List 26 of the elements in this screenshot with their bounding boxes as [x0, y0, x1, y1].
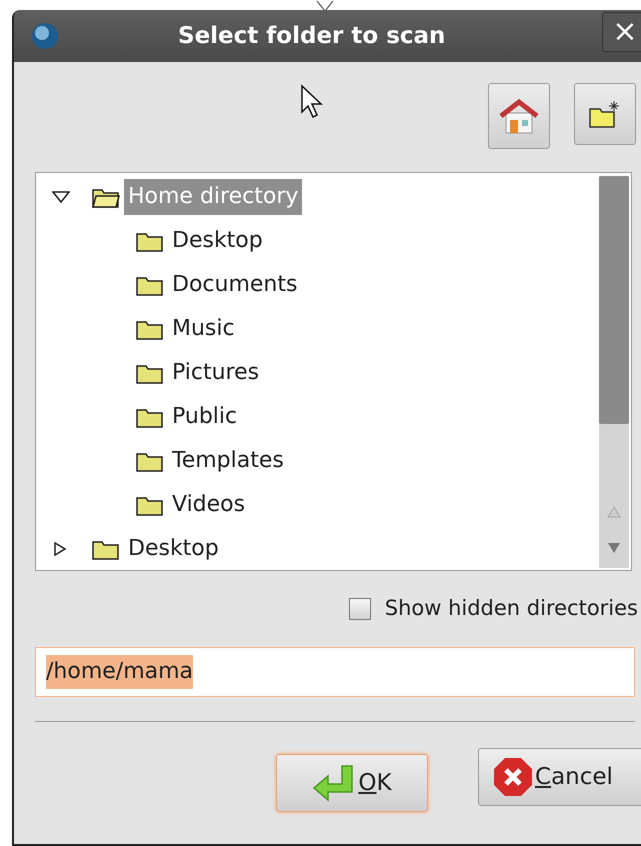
scroll-down-icon[interactable]: [607, 542, 621, 554]
field-value: /home/mama: [46, 655, 194, 689]
new-folder-icon: [588, 99, 622, 129]
tree-item[interactable]: Documents: [168, 267, 302, 303]
window-title: Select folder to scan: [178, 22, 446, 51]
cursor-icon: [300, 84, 324, 120]
tree-item[interactable]: Templates: [168, 443, 288, 479]
ok-button[interactable]: OK: [276, 754, 428, 812]
tree-item[interactable]: Public: [168, 399, 242, 435]
cancel-button[interactable]: Cancel: [478, 748, 641, 806]
tree-item[interactable]: Desktop: [168, 223, 267, 259]
tree-item[interactable]: Music: [168, 311, 239, 347]
tree-item[interactable]: Pictures: [168, 355, 264, 391]
new-folder-button[interactable]: [574, 83, 636, 145]
path-field[interactable]: /home/mama: [35, 647, 635, 697]
app-logo-icon: [30, 21, 60, 51]
expander-icon[interactable]: [52, 190, 70, 204]
cancel-icon: [493, 757, 533, 797]
tree-item[interactable]: Videos: [168, 487, 250, 523]
checkbox[interactable]: [348, 598, 371, 620]
home-button[interactable]: [488, 83, 550, 149]
scrollbar[interactable]: [599, 176, 629, 568]
checkbox-label: Show hidden directories: [384, 595, 638, 622]
house-icon: [499, 98, 539, 134]
close-button[interactable]: ×: [602, 12, 641, 52]
tree-item[interactable]: Desktop: [124, 531, 223, 567]
